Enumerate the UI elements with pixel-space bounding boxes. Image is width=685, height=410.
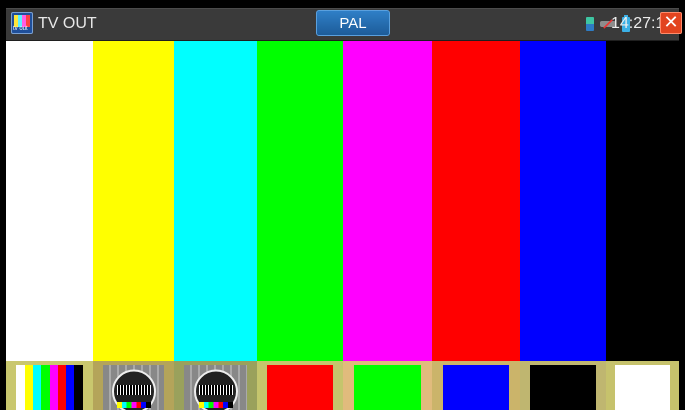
color-bar-pattern <box>6 41 679 361</box>
color-bar-magenta <box>343 41 432 361</box>
thumbnail-preview <box>530 365 596 410</box>
pattern-thumbnail-strip <box>6 361 679 410</box>
pattern-thumbnail-8[interactable] <box>606 361 679 410</box>
thumbnail-preview <box>102 365 165 410</box>
thumbnail-preview <box>442 365 510 410</box>
color-bar-yellow <box>93 41 174 361</box>
pattern-thumbnail-2[interactable] <box>93 361 174 410</box>
pattern-thumbnail-6[interactable] <box>432 361 520 410</box>
color-bar-blue <box>520 41 606 361</box>
color-bar-white <box>6 41 93 361</box>
video-mode-button[interactable]: PAL <box>316 10 390 36</box>
pattern-thumbnail-7[interactable] <box>520 361 606 410</box>
app-icon-caption: tv out <box>13 26 28 32</box>
tv-out-icon[interactable]: tv out <box>11 12 33 34</box>
pattern-thumbnail-1[interactable] <box>6 361 93 410</box>
thumbnail-preview <box>183 365 248 410</box>
thumbnail-preview <box>614 365 671 410</box>
color-bar-red <box>432 41 520 361</box>
close-button[interactable]: ✕ <box>660 12 682 34</box>
thumbnail-preview <box>267 365 333 410</box>
pattern-thumbnail-3[interactable] <box>174 361 257 410</box>
page-title: TV OUT <box>38 15 97 32</box>
thumbnail-preview <box>16 365 83 410</box>
tv-out-screen: tv out TV OUT PAL 14:27:19 ✕ <box>0 0 685 410</box>
sd-card-icon <box>586 17 594 31</box>
color-bar-black <box>606 41 679 361</box>
close-icon: ✕ <box>663 12 679 33</box>
color-bar-green <box>257 41 343 361</box>
color-bar-cyan <box>174 41 257 361</box>
status-bar: tv out TV OUT PAL 14:27:19 ✕ <box>6 8 682 41</box>
pattern-thumbnail-4[interactable] <box>257 361 343 410</box>
thumbnail-preview <box>353 365 422 410</box>
pattern-thumbnail-5[interactable] <box>343 361 432 410</box>
